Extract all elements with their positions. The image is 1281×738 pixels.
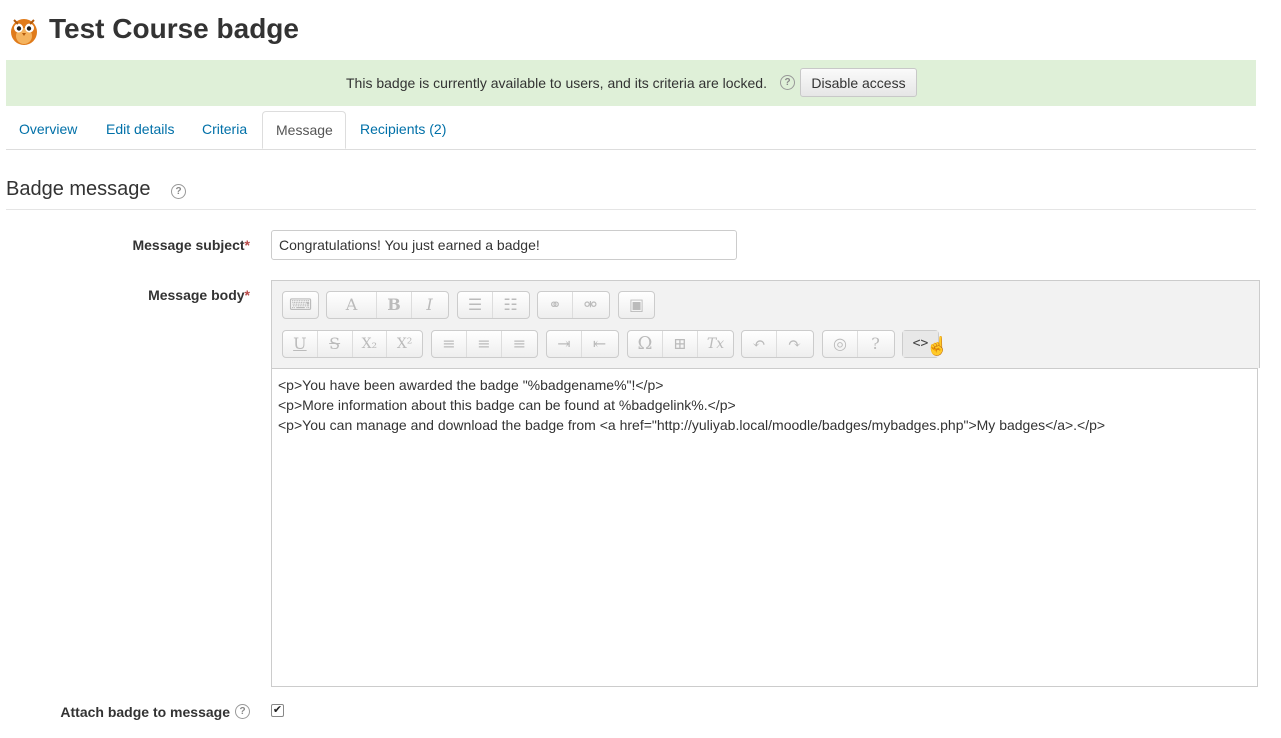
section-title: Badge message xyxy=(6,178,151,200)
mouse-cursor-icon: ☝ xyxy=(926,336,949,356)
tab-message[interactable]: Message xyxy=(262,111,346,149)
table-icon[interactable]: ⊞ xyxy=(663,331,698,357)
toolbar-toggle-icon[interactable]: ⌨ xyxy=(283,292,318,318)
disable-access-button[interactable]: Disable access xyxy=(800,68,917,97)
image-icon[interactable]: ▣ xyxy=(619,292,654,318)
unlink-icon[interactable]: ⚮ xyxy=(573,292,608,318)
tab-overview[interactable]: Overview xyxy=(6,111,90,148)
underline-icon[interactable]: U xyxy=(283,331,318,357)
link-icon[interactable]: ⚭ xyxy=(538,292,573,318)
toolbar-group-history: ↶ ↷ xyxy=(741,330,814,358)
indent-icon[interactable]: ⇥ xyxy=(547,331,582,357)
help-icon[interactable]: ? xyxy=(171,184,186,199)
toolbar-group-image: ▣ xyxy=(618,291,655,319)
toolbar-group-links: ⚭ ⚮ xyxy=(537,291,610,319)
ordered-list-icon[interactable]: ☷ xyxy=(493,292,528,318)
body-label: Message body* xyxy=(60,287,250,303)
editor-toolbar: ⌨ A B I ☰ ☷ ⚭ ⚮ ▣ U S X₂ X² ≡ ≡ ≡ ⇥ ⇤ Ω … xyxy=(271,280,1260,368)
toolbar-group-style: A B I xyxy=(326,291,449,319)
help-icon[interactable]: ? xyxy=(780,75,795,90)
body-label-text: Message body xyxy=(148,287,245,303)
toolbar-group-accessibility: ◎ ? xyxy=(822,330,895,358)
toolbar-group-format: U S X₂ X² xyxy=(282,330,423,358)
toolbar-group-indent: ⇥ ⇤ xyxy=(546,330,619,358)
required-icon: * xyxy=(244,237,250,253)
clear-formatting-icon[interactable]: Tx xyxy=(698,331,733,357)
undo-icon[interactable]: ↶ xyxy=(742,331,777,357)
redo-icon[interactable]: ↷ xyxy=(777,331,812,357)
accessibility-checker-icon[interactable]: ? xyxy=(858,331,893,357)
bold-icon[interactable]: B xyxy=(377,292,412,318)
toolbar-group-align: ≡ ≡ ≡ xyxy=(431,330,538,358)
editor-line: <p>More information about this badge can… xyxy=(278,397,736,413)
subject-label-text: Message subject xyxy=(132,237,245,253)
badge-owl-icon xyxy=(11,19,37,45)
subject-label: Message subject* xyxy=(60,237,250,253)
align-right-icon[interactable]: ≡ xyxy=(502,331,537,357)
editor-line: <p>You have been awarded the badge "%bad… xyxy=(278,377,664,393)
italic-icon[interactable]: I xyxy=(412,292,447,318)
paragraph-style-icon[interactable]: A xyxy=(327,292,377,318)
toolbar-group-toggle: ⌨ xyxy=(282,291,319,319)
special-character-icon[interactable]: Ω xyxy=(628,331,663,357)
tab-recipients[interactable]: Recipients (2) xyxy=(347,111,459,148)
outdent-icon[interactable]: ⇤ xyxy=(582,331,617,357)
message-body-editor[interactable]: <p>You have been awarded the badge "%bad… xyxy=(271,368,1258,687)
alert-text: This badge is currently available to use… xyxy=(346,75,767,91)
help-icon[interactable]: ? xyxy=(235,704,250,719)
attach-badge-checkbox[interactable]: ✔ xyxy=(271,704,284,717)
required-icon: * xyxy=(244,287,250,303)
align-center-icon[interactable]: ≡ xyxy=(467,331,502,357)
tab-criteria[interactable]: Criteria xyxy=(189,111,260,148)
status-alert: This badge is currently available to use… xyxy=(6,60,1256,106)
toolbar-group-lists: ☰ ☷ xyxy=(457,291,530,319)
align-left-icon[interactable]: ≡ xyxy=(432,331,467,357)
page-title: Test Course badge xyxy=(49,13,299,44)
screenreader-helper-icon[interactable]: ◎ xyxy=(823,331,858,357)
subject-input[interactable] xyxy=(271,230,737,260)
toolbar-group-insert: Ω ⊞ Tx xyxy=(627,330,734,358)
subscript-icon[interactable]: X₂ xyxy=(353,331,388,357)
attach-label: Attach badge to message xyxy=(60,704,230,720)
unordered-list-icon[interactable]: ☰ xyxy=(458,292,493,318)
strikethrough-icon[interactable]: S xyxy=(318,331,353,357)
tab-bar: Overview Edit details Criteria Message R… xyxy=(6,111,1256,150)
superscript-icon[interactable]: X² xyxy=(387,331,422,357)
editor-line: <p>You can manage and download the badge… xyxy=(278,417,1106,433)
section-divider xyxy=(6,209,1256,210)
tab-edit-details[interactable]: Edit details xyxy=(93,111,187,148)
